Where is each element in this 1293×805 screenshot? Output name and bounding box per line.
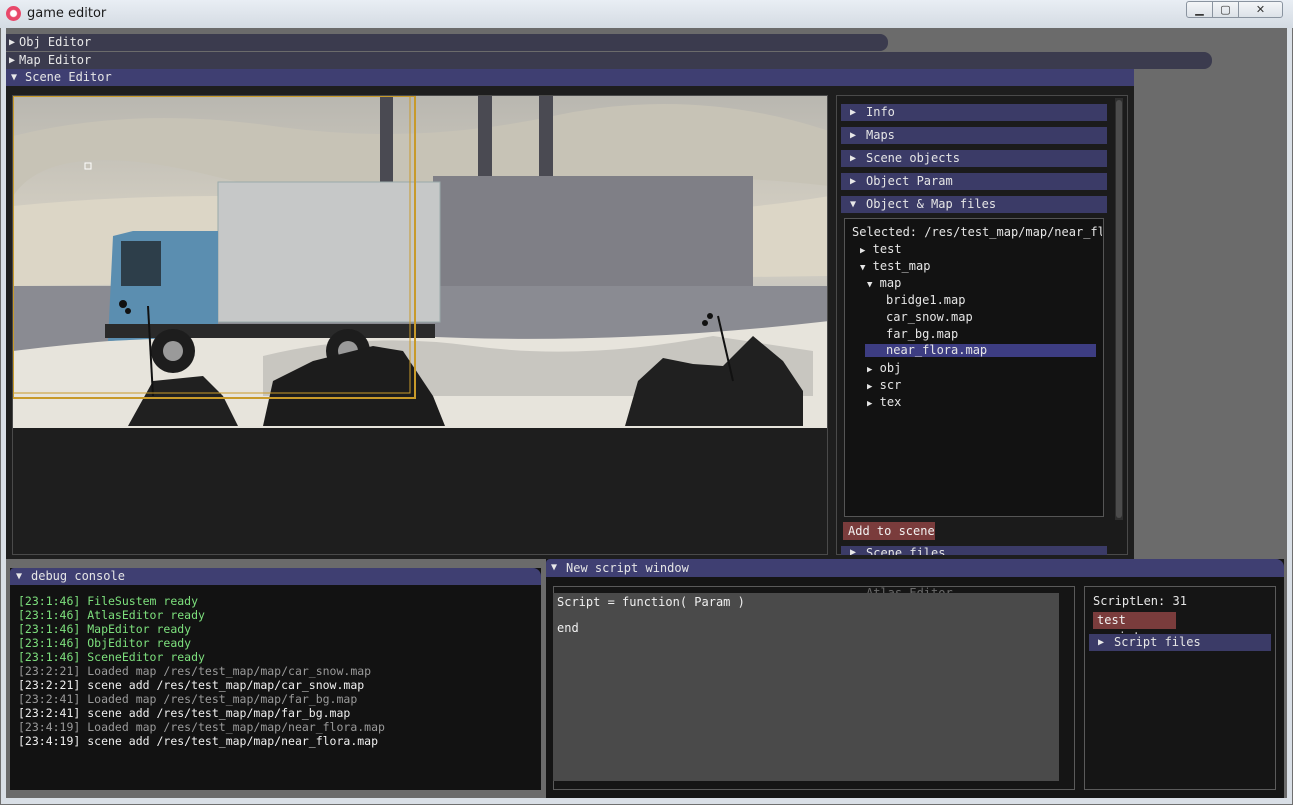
log-list: [23:1:46] FileSustem ready [23:1:46] Atla… [10,594,541,784]
tree-label: map [879,276,902,290]
section-info[interactable]: ▶ Info [841,104,1107,121]
caret-right-icon: ▶ [850,176,857,187]
caret-down-icon: ▼ [860,263,866,273]
log-line: [23:2:41] scene add /res/test_map/map/fa… [18,706,351,720]
caret-right-icon: ▶ [860,246,866,256]
tree-node-tex[interactable]: ▶ tex [867,394,901,411]
section-object-map-files[interactable]: ▼ Object & Map files [841,196,1107,213]
section-scene-files[interactable]: ▶ Scene files [841,546,1107,555]
map-editor-header[interactable]: ▶ Map Editor [6,52,1212,69]
script-window: ▼ New script window Atlas Editor Script … [546,559,1284,798]
script-window-label: New script window [566,561,689,575]
tree-file-near-flora[interactable]: near_flora.map [865,344,1096,357]
scene-viewport[interactable] [12,95,828,555]
app-icon [6,6,21,21]
caret-right-icon: ▶ [850,130,857,141]
caret-right-icon: ▶ [850,153,857,164]
scene-editor-label: Scene Editor [25,70,112,84]
tree-node-test-map[interactable]: ▼ test_map [860,258,930,275]
log-line: [23:1:46] AtlasEditor ready [18,608,205,622]
script-editor[interactable]: Script = function( Param ) end [553,593,1059,781]
selected-path: Selected: /res/test_map/map/near_fl [852,225,1102,239]
section-object-param[interactable]: ▶ Object Param [841,173,1107,190]
tree-node-map[interactable]: ▼ map [867,275,901,292]
caret-right-icon: ▶ [867,365,873,375]
log-line: [23:1:46] SceneEditor ready [18,650,205,664]
debug-console-header[interactable]: ▼ debug console [10,568,541,585]
section-label: Object Param [866,174,953,188]
minimize-button[interactable]: ▁ [1186,1,1213,18]
script-line: Script = function( Param ) [557,595,745,609]
tree-file-car-snow[interactable]: car_snow.map [886,309,973,326]
debug-console-label: debug console [31,569,125,583]
scrollbar-thumb[interactable] [1116,100,1122,518]
caret-down-icon: ▼ [551,562,558,573]
caret-right-icon: ▶ [850,547,857,555]
script-side-panel: ScriptLen: 31 test script ▶ Script files [1084,586,1276,790]
window-title: game editor [27,6,107,21]
section-label: Info [866,105,895,119]
scene-render [13,96,827,428]
title-bar[interactable]: game editor ▁ ▢ ✕ [0,0,1293,28]
maximize-button[interactable]: ▢ [1212,1,1239,18]
caret-right-icon: ▶ [1098,637,1105,648]
map-editor-label: Map Editor [19,53,92,67]
log-line: [23:2:21] scene add /res/test_map/map/ca… [18,678,365,692]
log-line: [23:1:46] FileSustem ready [18,594,199,608]
section-label: Scene files [866,546,946,555]
close-button[interactable]: ✕ [1238,1,1283,18]
tree-label: obj [879,361,902,375]
section-scene-objects[interactable]: ▶ Scene objects [841,150,1107,167]
test-script-button[interactable]: test script [1093,612,1176,644]
caret-right-icon: ▶ [9,37,16,48]
script-line: end [557,621,579,635]
tree-label: test_map [872,259,931,273]
scene-editor-window: ▼ Scene Editor ▶ Info ▶ Maps ▶ Scene obj… [6,69,1134,559]
caret-down-icon: ▼ [16,571,23,582]
add-to-scene-button[interactable]: Add to scene [843,522,935,540]
log-line: [23:2:21] Loaded map /res/test_map/map/c… [18,664,372,678]
caret-right-icon: ▶ [867,399,873,409]
tree-file-far-bg[interactable]: far_bg.map [886,326,958,343]
caret-right-icon: ▶ [867,382,873,392]
script-files-header[interactable]: ▶ Script files [1089,634,1271,651]
script-length: ScriptLen: 31 [1093,594,1187,608]
script-window-header[interactable]: ▼ New script window [546,559,1284,577]
script-files-label: Script files [1114,635,1201,649]
scene-side-panel: ▶ Info ▶ Maps ▶ Scene objects ▶ Object Param… [836,95,1128,555]
tree-node-scr[interactable]: ▶ scr [867,377,901,394]
caret-right-icon: ▶ [9,55,16,66]
log-line: [23:4:19] Loaded map /res/test_map/map/n… [18,720,385,734]
tree-label: scr [879,378,902,392]
tree-label: tex [879,395,902,409]
tree-node-obj[interactable]: ▶ obj [867,360,901,377]
log-line: [23:1:46] MapEditor ready [18,622,192,636]
log-line: [23:1:46] ObjEditor ready [18,636,192,650]
obj-editor-label: Obj Editor [19,35,92,49]
caret-down-icon: ▼ [11,72,18,83]
file-tree: Selected: /res/test_map/map/near_fl ▶ te… [844,218,1104,517]
scene-editor-header[interactable]: ▼ Scene Editor [6,69,1134,86]
section-label: Scene objects [866,151,960,165]
log-line: [23:2:41] Loaded map /res/test_map/map/f… [18,692,358,706]
tree-file-bridge1[interactable]: bridge1.map [886,292,965,309]
tree-label: test [872,242,902,256]
caret-down-icon: ▼ [850,199,857,210]
section-label: Maps [866,128,895,142]
log-line: [23:4:19] scene add /res/test_map/map/ne… [18,734,379,748]
obj-editor-header[interactable]: ▶ Obj Editor [6,34,888,51]
debug-console-window: ▼ debug console [23:1:46] FileSustem rea… [10,568,541,790]
caret-right-icon: ▶ [850,107,857,118]
caret-down-icon: ▼ [867,280,873,290]
section-maps[interactable]: ▶ Maps [841,127,1107,144]
tree-node-test[interactable]: ▶ test [860,241,902,258]
section-label: Object & Map files [866,197,997,211]
